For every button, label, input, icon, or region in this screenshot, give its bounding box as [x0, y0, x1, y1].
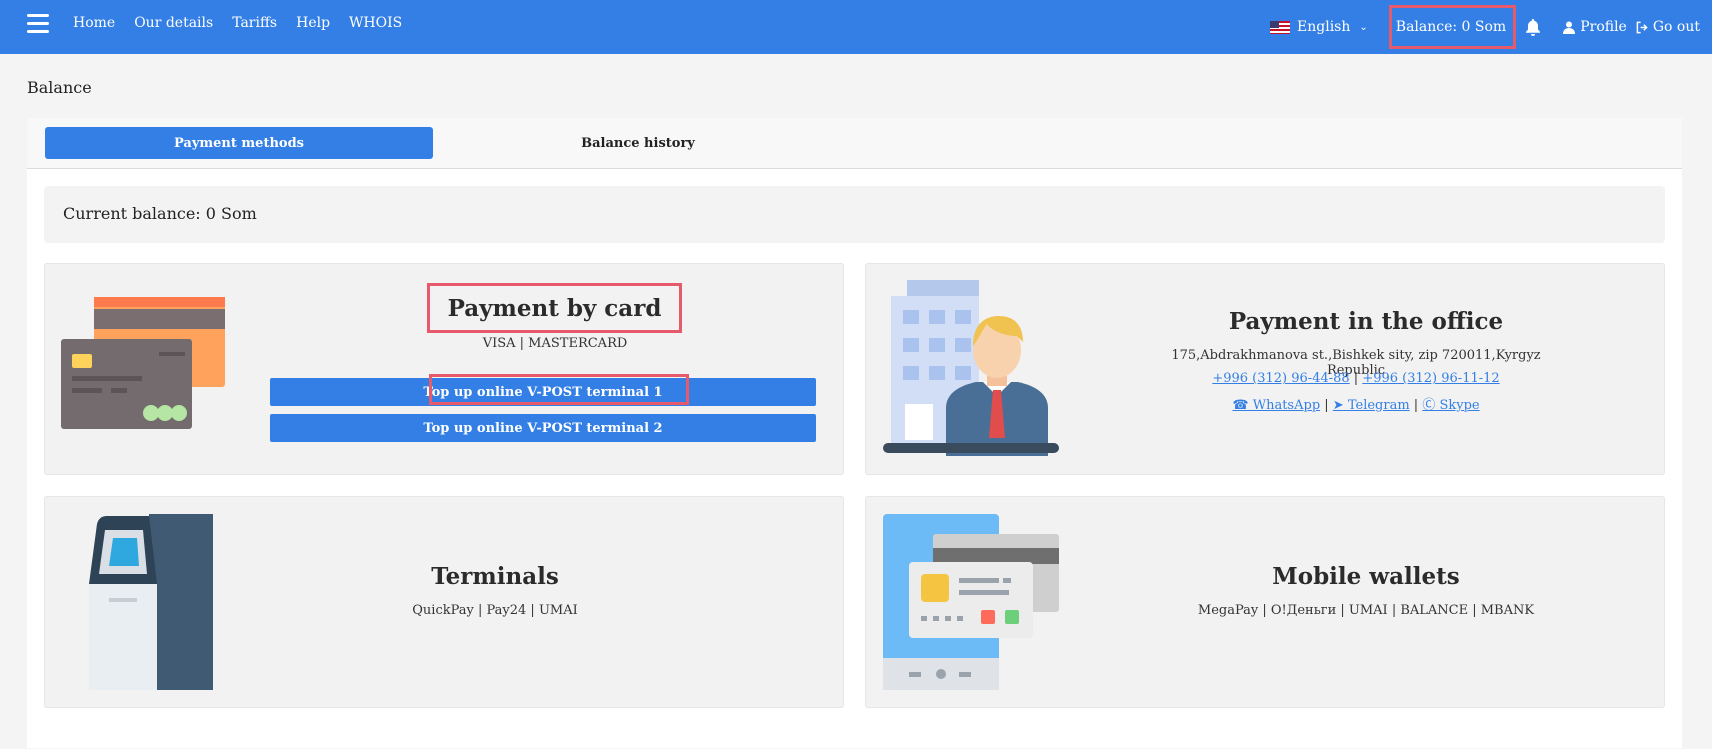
nav-help[interactable]: Help [296, 15, 330, 31]
highlight-box [429, 374, 689, 405]
credit-cards-icon [61, 297, 225, 429]
top-navbar: Home Our details Tariffs Help WHOIS Engl… [0, 0, 1712, 54]
page-title: Balance [27, 78, 92, 97]
office-phones: +996 (312) 96-44-88 | +996 (312) 96-11-1… [1212, 371, 1500, 386]
header-balance[interactable]: Balance: 0 Som [1388, 5, 1517, 49]
profile-label: Profile [1580, 19, 1627, 35]
main-nav: Home Our details Tariffs Help WHOIS [73, 15, 402, 31]
payment-terminal-icon [89, 514, 213, 690]
wallets-subtitle: MegaPay | О!Деньги | UMAI | BALANCE | MB… [1197, 603, 1535, 618]
user-icon [1563, 21, 1576, 34]
nav-whois[interactable]: WHOIS [349, 15, 402, 31]
phone-link-2[interactable]: +996 (312) 96-11-12 [1362, 371, 1499, 386]
header-right: English ⌄ Balance: 0 Som Profile Go out [1270, 0, 1700, 54]
bell-icon[interactable] [1525, 18, 1541, 36]
card-payment-block: Payment by card VISA | MASTERCARD Top up… [44, 263, 844, 475]
nav-our-details[interactable]: Our details [134, 15, 213, 31]
us-flag-icon [1270, 20, 1291, 34]
skype-link[interactable]: Ⓒ Skype [1422, 398, 1479, 413]
language-selector[interactable]: English ⌄ [1270, 19, 1368, 35]
terminals-subtitle: QuickPay | Pay24 | UMAI [412, 603, 578, 618]
card-title: Payment by card [447, 294, 662, 322]
telegram-link[interactable]: ➤ Telegram [1333, 398, 1410, 413]
office-manager-icon [883, 280, 1059, 456]
card-subtitle: VISA | MASTERCARD [482, 336, 628, 351]
terminals-title: Terminals [431, 563, 559, 590]
menu-icon[interactable] [27, 14, 49, 34]
skype-icon: Ⓒ [1422, 398, 1436, 413]
logout-label: Go out [1652, 19, 1700, 35]
logout-link[interactable]: Go out [1636, 19, 1700, 35]
chevron-down-icon: ⌄ [1359, 21, 1368, 33]
terminals-block: Terminals QuickPay | Pay24 | UMAI [44, 496, 844, 708]
mobile-wallet-icon [883, 514, 1059, 690]
topup-terminal-2-button[interactable]: Top up online V-POST terminal 2 [270, 414, 816, 442]
office-payment-block: Payment in the office 175,Abdrakhmanova … [865, 263, 1665, 475]
current-balance: Current balance: 0 Som [44, 186, 1665, 243]
nav-tariffs[interactable]: Tariffs [232, 15, 277, 31]
language-label: English [1297, 19, 1351, 35]
profile-link[interactable]: Profile [1563, 19, 1627, 35]
whatsapp-link[interactable]: ☎ WhatsApp [1232, 398, 1320, 413]
office-messengers: ☎ WhatsApp | ➤ Telegram | Ⓒ Skype [1232, 398, 1480, 413]
nav-home[interactable]: Home [73, 15, 115, 31]
tab-payment-methods[interactable]: Payment methods [45, 127, 433, 159]
tabs-bar: Payment methods Balance history [27, 118, 1682, 169]
mobile-wallets-block: Mobile wallets MegaPay | О!Деньги | UMAI… [865, 496, 1665, 708]
card-title-box: Payment by card [427, 283, 682, 333]
wallets-title: Mobile wallets [1272, 563, 1460, 590]
balance-panel: Payment methods Balance history Current … [27, 118, 1682, 748]
sign-out-icon [1636, 21, 1648, 33]
phone-link-1[interactable]: +996 (312) 96-44-88 [1212, 371, 1349, 386]
office-title: Payment in the office [1228, 308, 1504, 335]
whatsapp-icon: ☎ [1232, 398, 1249, 413]
telegram-icon: ➤ [1332, 398, 1344, 413]
tab-balance-history[interactable]: Balance history [444, 127, 832, 159]
